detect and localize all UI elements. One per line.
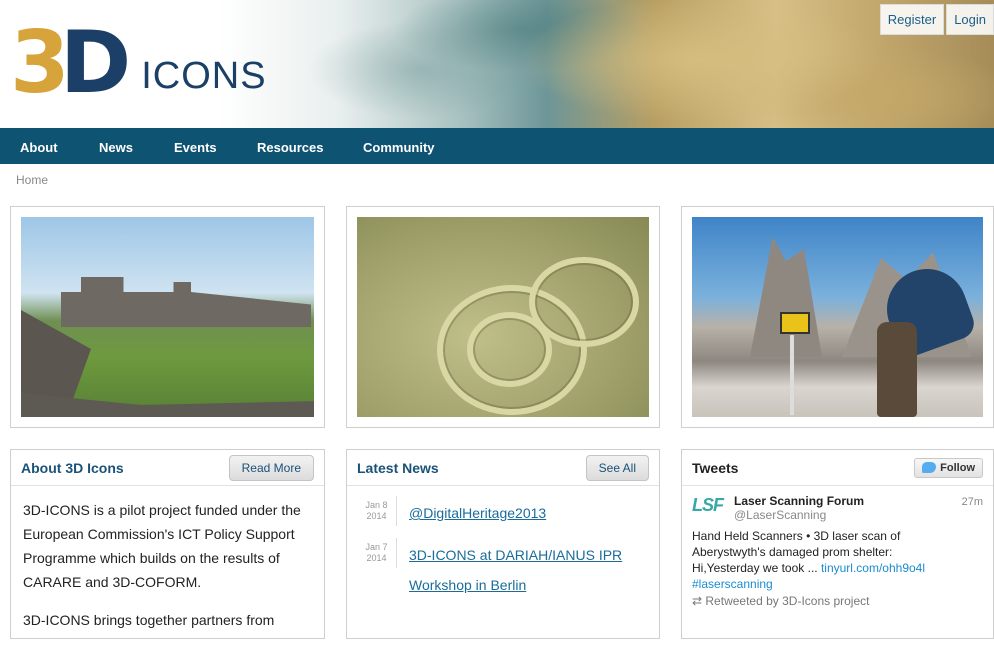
nav-item-community[interactable]: Community — [363, 140, 435, 155]
mountain-peak — [750, 237, 822, 357]
see-all-button[interactable]: See All — [585, 454, 649, 481]
follow-button[interactable]: Follow — [914, 457, 983, 478]
logo-3: 3 — [10, 13, 70, 113]
auth-links: Register Login — [878, 4, 994, 35]
tweet-body: Hand Held Scanners • 3D laser scan of Ab… — [692, 528, 983, 592]
tweet-author-handle[interactable]: @LaserScanning — [734, 508, 864, 522]
about-paragraph-2: 3D-ICONS brings together partners from — [23, 612, 275, 628]
follow-label: Follow — [940, 461, 975, 474]
tweets-header: Tweets Follow — [682, 450, 993, 486]
logo-wordmark: ICONS — [141, 55, 267, 97]
tweet-author-row: LSF Laser Scanning Forum @LaserScanning — [692, 494, 983, 522]
tweets-panel: Tweets Follow LSF Laser Scanning Forum @… — [681, 449, 994, 639]
news-title: Latest News — [357, 459, 439, 476]
tweet-line-3: Hi,Yesterday we took ... tinyurl.com/ohh… — [692, 560, 983, 576]
site-header: 3 D ICONS Register Login — [0, 0, 994, 128]
register-link[interactable]: Register — [879, 4, 945, 35]
tripod-shape — [790, 335, 794, 415]
tweet-author-name[interactable]: Laser Scanning Forum — [734, 494, 864, 508]
tweet-line-1: Hand Held Scanners • 3D laser scan of — [692, 529, 901, 543]
login-link[interactable]: Login — [946, 4, 994, 35]
breadcrumb: Home — [16, 173, 48, 187]
tweets-title: Tweets — [692, 459, 739, 476]
news-date-year: 2014 — [366, 511, 387, 521]
news-list: Jan 8 2014 @DigitalHeritage2013 Jan 7 20… — [347, 486, 659, 602]
news-date: Jan 8 2014 — [357, 496, 397, 526]
read-more-button[interactable]: Read More — [228, 454, 314, 481]
about-panel-header: About 3D Icons Read More — [11, 450, 324, 486]
about-panel: About 3D Icons Read More 3D-ICONS is a p… — [10, 449, 325, 639]
retweet-text: Retweeted by 3D-Icons project — [705, 594, 870, 608]
nav-item-news[interactable]: News — [99, 140, 133, 155]
tweet-line-3-text: Hi,Yesterday we took ... — [692, 561, 821, 575]
news-panel-header: Latest News See All — [347, 450, 659, 486]
news-link-continuation[interactable]: Workshop in Berlin — [409, 568, 649, 602]
person-shape — [877, 322, 917, 417]
news-date-year: 2014 — [366, 553, 387, 563]
about-text: 3D-ICONS is a pilot project funded under… — [11, 486, 324, 658]
tweet-item[interactable]: LSF Laser Scanning Forum @LaserScanning … — [682, 486, 993, 616]
news-date: Jan 7 2014 — [357, 538, 397, 568]
news-item[interactable]: Jan 8 2014 @DigitalHeritage2013 — [357, 496, 649, 530]
image-panel-castle[interactable] — [10, 206, 325, 428]
scanner-shape — [780, 312, 810, 334]
tweet-author: Laser Scanning Forum @LaserScanning — [734, 494, 864, 522]
news-link[interactable]: @DigitalHeritage2013 — [409, 496, 546, 530]
tweet-hashtag[interactable]: #laserscanning — [692, 576, 983, 592]
news-link[interactable]: 3D-ICONS at DARIAH/IANUS IPR — [409, 538, 622, 572]
twitter-bird-icon — [922, 462, 937, 473]
about-paragraph-1: 3D-ICONS is a pilot project funded under… — [23, 502, 301, 590]
tweet-time[interactable]: 27m — [962, 496, 983, 508]
image-panel-scanner[interactable] — [681, 206, 994, 428]
news-item[interactable]: Jan 7 2014 3D-ICONS at DARIAH/IANUS IPR — [357, 538, 649, 572]
retweet-line: ⇄ Retweeted by 3D-Icons project — [692, 594, 983, 608]
laser-scanner-image — [692, 217, 983, 417]
news-panel: Latest News See All Jan 8 2014 @DigitalH… — [346, 449, 660, 639]
lsf-logo-text: LSF — [692, 495, 724, 515]
nav-item-events[interactable]: Events — [174, 140, 217, 155]
tweet-line-2: Aberystwyth's damaged prom shelter: — [692, 545, 893, 559]
site-logo[interactable]: 3 D ICONS — [10, 13, 267, 113]
earthwork-rings-image — [357, 217, 649, 417]
castle-wall-shape — [61, 277, 311, 327]
news-date-day: Jan 8 — [365, 500, 388, 510]
main-nav: About News Events Resources Community — [0, 128, 994, 164]
news-date-day: Jan 7 — [365, 542, 388, 552]
retweet-icon: ⇄ — [692, 594, 706, 608]
about-title: About 3D Icons — [21, 459, 124, 476]
nav-item-about[interactable]: About — [20, 140, 58, 155]
tweet-link[interactable]: tinyurl.com/ohh9o4l — [821, 561, 925, 575]
castle-image — [21, 217, 314, 417]
logo-d: D — [59, 13, 132, 113]
ring-right — [529, 257, 639, 347]
lsf-logo-icon[interactable]: LSF — [692, 494, 730, 516]
image-panel-rings[interactable] — [346, 206, 660, 428]
breadcrumb-home[interactable]: Home — [16, 173, 48, 187]
nav-item-resources[interactable]: Resources — [257, 140, 323, 155]
